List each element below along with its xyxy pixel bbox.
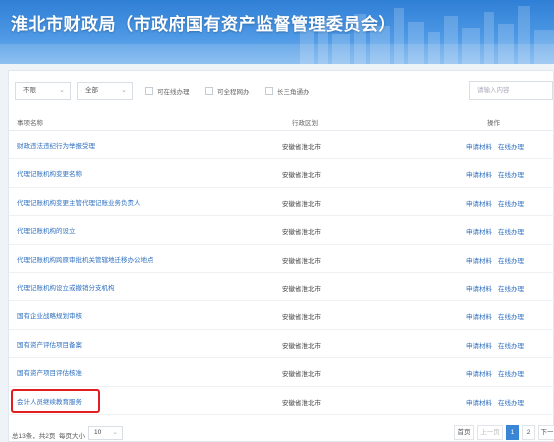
item-region: 安徽省淮北市 — [282, 172, 321, 180]
page-size-label: 每页大小 — [58, 433, 85, 440]
pagination-summary: 总13条，共2页 — [12, 433, 56, 440]
item-region: 安徽省淮北市 — [282, 200, 321, 208]
page-size-value: 10 — [94, 429, 102, 436]
item-region: 安徽省淮北市 — [282, 257, 321, 265]
table-row: 代理记账机构的设立 安徽省淮北市 申请材料 在线办理 — [9, 216, 554, 245]
item-region: 安徽省淮北市 — [282, 144, 321, 151]
column-header-name: 事项名称 — [17, 120, 43, 127]
table-row: 国有资产评估项目备案 安徽省淮北市 申请材料 在线办理 — [9, 330, 554, 359]
filter-bar: 不限 ⌄ 全部 ⌄ 可在线办理 可全程网办 长三角通办 请输入内容 — [15, 81, 553, 102]
apply-materials-link[interactable]: 申请材料 — [466, 172, 492, 179]
item-name-link[interactable]: 代理记账机构设立或撤销分支机构 — [17, 282, 115, 292]
checkbox-label: 可在线办理 — [157, 89, 190, 96]
main-panel: 不限 ⌄ 全部 ⌄ 可在线办理 可全程网办 长三角通办 请输入内容 事项名称 行… — [8, 70, 554, 442]
highlight-box — [11, 389, 100, 413]
page-title: 淮北市财政局（市政府国有资产监督管理委员会） — [11, 15, 396, 34]
online-handle-link[interactable]: 在线办理 — [498, 258, 524, 265]
chevron-down-icon: ⌄ — [121, 87, 127, 94]
search-input[interactable]: 请输入内容 — [469, 81, 553, 100]
item-name-link[interactable]: 国有资产项目评估核准 — [17, 367, 82, 377]
item-region: 安徽省淮北市 — [282, 286, 321, 293]
apply-materials-link[interactable]: 申请材料 — [466, 229, 492, 236]
apply-materials-link[interactable]: 申请材料 — [466, 201, 492, 208]
item-region: 安徽省淮北市 — [282, 314, 321, 322]
yangtze-delta-checkbox[interactable]: 长三角通办 — [265, 86, 310, 96]
pagination-info: 总13条，共2页 每页大小 — [12, 430, 85, 440]
apply-materials-link[interactable]: 申请材料 — [466, 400, 492, 407]
online-handle-link[interactable]: 在线办理 — [498, 343, 524, 350]
online-handle-link[interactable]: 在线办理 — [498, 286, 524, 293]
fully-online-checkbox[interactable]: 可全程网办 — [205, 86, 250, 96]
online-checkbox[interactable]: 可在线办理 — [145, 86, 190, 96]
checkbox-box[interactable] — [265, 87, 273, 95]
pagination-bar: 总13条，共2页 每页大小 10 ⌄ 首页 上一页 1 2 下一 — [9, 425, 554, 442]
checkbox-box[interactable] — [205, 87, 213, 95]
checkbox-label: 长三角通办 — [277, 89, 310, 96]
item-name-link[interactable]: 国有资产评估项目备案 — [17, 339, 82, 349]
online-handle-link[interactable]: 在线办理 — [498, 172, 524, 179]
item-region: 安徽省淮北市 — [282, 342, 321, 350]
page-2-button[interactable]: 2 — [522, 425, 535, 440]
table-row: 代理记账机构变更主管代理记账业务负责人 安徽省淮北市 申请材料 在线办理 — [9, 188, 554, 217]
first-page-button[interactable]: 首页 — [454, 425, 474, 440]
apply-materials-link[interactable]: 申请材料 — [466, 371, 492, 378]
item-name-link[interactable]: 财政违法违纪行为举报受理 — [17, 140, 95, 150]
table-row: 代理记账机构变更名称 安徽省淮北市 申请材料 在线办理 — [9, 159, 554, 188]
item-region: 安徽省淮北市 — [282, 229, 321, 237]
prev-page-button[interactable]: 上一页 — [477, 425, 503, 440]
type-select-value: 全部 — [85, 87, 98, 94]
item-name-link[interactable]: 代理记账机构的设立 — [17, 225, 76, 235]
apply-materials-link[interactable]: 申请材料 — [466, 258, 492, 265]
apply-materials-link[interactable]: 申请材料 — [466, 343, 492, 350]
online-handle-link[interactable]: 在线办理 — [498, 400, 524, 407]
chevron-down-icon: ⌄ — [59, 87, 65, 94]
online-handle-link[interactable]: 在线办理 — [498, 229, 524, 236]
chevron-down-icon: ⌄ — [112, 429, 118, 436]
online-handle-link[interactable]: 在线办理 — [498, 371, 524, 378]
item-name-link[interactable]: 代理记账机构跨原审批机关管辖地迁移办公地点 — [17, 254, 154, 264]
online-handle-link[interactable]: 在线办理 — [498, 314, 524, 321]
apply-materials-link[interactable]: 申请材料 — [466, 144, 492, 151]
table-row: 财政违法违纪行为举报受理 安徽省淮北市 申请材料 在线办理 — [9, 131, 554, 160]
item-name-link[interactable]: 国有企业战略规划审核 — [17, 310, 82, 320]
table-row: 国有资产项目评估核准 安徽省淮北市 申请材料 在线办理 — [9, 358, 554, 387]
item-region: 安徽省淮北市 — [282, 371, 321, 379]
type-select[interactable]: 全部 ⌄ — [77, 82, 133, 100]
online-handle-link[interactable]: 在线办理 — [498, 201, 524, 208]
scope-select[interactable]: 不限 ⌄ — [15, 82, 71, 100]
page-1-button[interactable]: 1 — [506, 425, 519, 440]
online-handle-link[interactable]: 在线办理 — [498, 144, 524, 151]
table-row: 国有企业战略规划审核 安徽省淮北市 申请材料 在线办理 — [9, 301, 554, 330]
apply-materials-link[interactable]: 申请材料 — [466, 286, 492, 293]
header-banner: 淮北市财政局（市政府国有资产监督管理委员会） — [0, 0, 554, 64]
next-page-button[interactable]: 下一 — [538, 425, 554, 440]
scope-select-value: 不限 — [23, 87, 36, 94]
item-name-link[interactable]: 代理记账机构变更名称 — [17, 168, 82, 178]
table-header: 事项名称 行政区划 操作 — [9, 113, 554, 131]
table-row: 代理记账机构跨原审批机关管辖地迁移办公地点 安徽省淮北市 申请材料 在线办理 — [9, 245, 554, 273]
page-size-select[interactable]: 10 ⌄ — [88, 426, 123, 440]
checkbox-label: 可全程网办 — [217, 89, 250, 96]
table-row: 代理记账机构设立或撤销分支机构 安徽省淮北市 申请材料 在线办理 — [9, 273, 554, 302]
column-header-region: 行政区划 — [292, 120, 318, 127]
column-header-actions: 操作 — [487, 120, 500, 127]
item-name-link[interactable]: 代理记账机构变更主管代理记账业务负责人 — [17, 197, 141, 207]
item-region: 安徽省淮北市 — [282, 399, 321, 407]
checkbox-box[interactable] — [145, 87, 153, 95]
apply-materials-link[interactable]: 申请材料 — [466, 314, 492, 321]
